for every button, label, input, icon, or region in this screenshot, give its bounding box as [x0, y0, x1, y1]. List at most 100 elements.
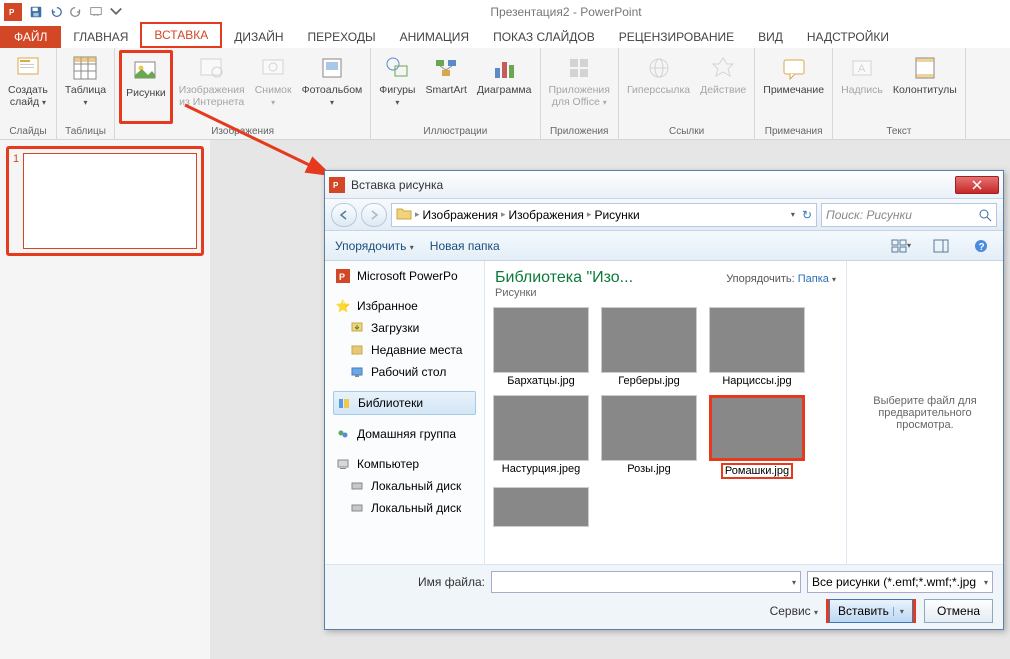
insert-picture-dialog: P Вставка рисунка ▸ Изображения ▸ Изобра… [324, 170, 1004, 630]
photo-album-button[interactable]: Фотоальбом▾ [298, 50, 367, 124]
tab-design[interactable]: ДИЗАЙН [222, 26, 295, 48]
file-item-selected[interactable]: Ромашки.jpg [707, 395, 807, 479]
apps-button[interactable]: Приложения для Office ▾ [545, 50, 614, 124]
tab-file[interactable]: ФАЙЛ [0, 26, 61, 48]
hyperlink-label: Гиперссылка [627, 85, 690, 97]
nav-back-button[interactable] [331, 203, 357, 227]
chart-button[interactable]: Диаграмма [473, 50, 536, 124]
textbox-button[interactable]: A Надпись [837, 50, 887, 124]
filename-input[interactable]: ▾ [491, 571, 801, 593]
pictures-button[interactable]: Рисунки [119, 50, 173, 124]
path-seg-3[interactable]: Рисунки [594, 208, 639, 222]
action-button[interactable]: Действие [696, 50, 750, 124]
close-button[interactable] [955, 176, 999, 194]
slide-thumbnail-1[interactable]: 1 [6, 146, 204, 256]
nav-forward-button[interactable] [361, 203, 387, 227]
dialog-titlebar[interactable]: P Вставка рисунка [325, 171, 1003, 199]
path-seg-1[interactable]: Изображения [423, 208, 498, 222]
organize-dropdown[interactable]: Упорядочить ▾ [335, 239, 414, 253]
help-button[interactable]: ? [969, 235, 993, 257]
tab-addins[interactable]: НАДСТРОЙКИ [795, 26, 901, 48]
search-placeholder: Поиск: Рисунки [826, 208, 978, 222]
tab-transitions[interactable]: ПЕРЕХОДЫ [296, 26, 388, 48]
preview-pane-button[interactable] [929, 235, 953, 257]
file-item[interactable]: Нарциссы.jpg [707, 307, 807, 387]
file-thumbnail [493, 307, 589, 373]
group-tables: Таблицы [61, 124, 110, 139]
header-footer-button[interactable]: Колонтитулы [889, 50, 961, 124]
file-item[interactable] [491, 487, 591, 529]
group-links: Ссылки [623, 124, 750, 139]
start-slideshow-icon[interactable] [86, 2, 106, 22]
photo-album-label: Фотоальбом▾ [302, 85, 363, 108]
tab-view[interactable]: ВИД [746, 26, 795, 48]
sidebar-downloads[interactable]: Загрузки [333, 317, 476, 339]
smartart-icon [430, 52, 462, 84]
sidebar-computer[interactable]: Компьютер [333, 453, 476, 475]
tab-home[interactable]: ГЛАВНАЯ [61, 26, 140, 48]
tab-animation[interactable]: АНИМАЦИЯ [388, 26, 481, 48]
tab-review[interactable]: РЕЦЕНЗИРОВАНИЕ [607, 26, 746, 48]
file-name: Ромашки.jpg [721, 463, 793, 479]
file-name: Герберы.jpg [599, 375, 699, 387]
sidebar-recent[interactable]: Недавние места [333, 339, 476, 361]
ribbon: Создать слайд ▾ Слайды Таблица▾ Таблицы … [0, 48, 1010, 140]
sidebar-disk-c[interactable]: Локальный диск [333, 475, 476, 497]
online-pictures-button[interactable]: Изображения из Интернета [175, 50, 249, 124]
svg-text:P: P [339, 272, 345, 282]
shapes-button[interactable]: Фигуры▾ [375, 50, 419, 124]
tools-dropdown[interactable]: Сервис ▾ [770, 604, 818, 618]
screenshot-button[interactable]: Снимок▾ [251, 50, 296, 124]
smartart-button[interactable]: SmartArt [421, 50, 470, 124]
file-item[interactable]: Розы.jpg [599, 395, 699, 479]
pictures-icon [130, 55, 162, 87]
slide-preview [23, 153, 197, 249]
new-slide-button[interactable]: Создать слайд ▾ [4, 50, 52, 124]
recent-icon [349, 342, 365, 358]
sidebar-favorites[interactable]: ⭐Избранное [333, 295, 476, 317]
refresh-icon[interactable]: ↻ [802, 208, 812, 222]
group-text: Текст [837, 124, 961, 139]
path-dropdown-icon[interactable]: ▾ [791, 210, 795, 219]
qat-customize-icon[interactable] [106, 2, 126, 22]
slide-thumbnails: 1 [0, 140, 210, 659]
apps-icon [563, 52, 595, 84]
new-folder-button[interactable]: Новая папка [430, 239, 500, 253]
sidebar-desktop[interactable]: Рабочий стол [333, 361, 476, 383]
file-item[interactable]: Герберы.jpg [599, 307, 699, 387]
sidebar-libraries[interactable]: Библиотеки [333, 391, 476, 415]
hyperlink-button[interactable]: Гиперссылка [623, 50, 694, 124]
file-item[interactable]: Бархатцы.jpg [491, 307, 591, 387]
search-icon [978, 208, 992, 222]
svg-text:P: P [9, 8, 15, 17]
star-icon: ⭐ [335, 298, 351, 314]
dialog-title: Вставка рисунка [351, 178, 955, 192]
file-list[interactable]: Бархатцы.jpg Герберы.jpg Нарциссы.jpg На… [485, 303, 846, 564]
filetype-dropdown[interactable]: Все рисунки (*.emf;*.wmf;*.jpg▾ [807, 571, 993, 593]
group-illustrations: Иллюстрации [375, 124, 535, 139]
textbox-label: Надпись [841, 85, 883, 97]
chart-icon [488, 52, 520, 84]
insert-button[interactable]: Вставить▾ [826, 599, 916, 623]
table-label: Таблица▾ [65, 85, 106, 108]
search-input[interactable]: Поиск: Рисунки [821, 203, 997, 227]
sidebar-disk-d[interactable]: Локальный диск [333, 497, 476, 519]
sort-dropdown[interactable]: Папка ▾ [798, 273, 836, 285]
smartart-label: SmartArt [425, 85, 466, 97]
undo-icon[interactable] [46, 2, 66, 22]
tab-slideshow[interactable]: ПОКАЗ СЛАЙДОВ [481, 26, 607, 48]
save-icon[interactable] [26, 2, 46, 22]
tab-insert[interactable]: ВСТАВКА [140, 22, 222, 48]
breadcrumb[interactable]: ▸ Изображения ▸ Изображения ▸ Рисунки ▾ … [391, 203, 817, 227]
cancel-button[interactable]: Отмена [924, 599, 993, 623]
table-button[interactable]: Таблица▾ [61, 50, 110, 124]
path-seg-2[interactable]: Изображения [508, 208, 583, 222]
sidebar-mspowerpoint[interactable]: PMicrosoft PowerPo [333, 265, 476, 287]
redo-icon[interactable] [66, 2, 86, 22]
dialog-sidebar: PMicrosoft PowerPo ⭐Избранное Загрузки Н… [325, 261, 485, 564]
sidebar-homegroup[interactable]: Домашняя группа [333, 423, 476, 445]
file-item[interactable]: Настурция.jpeg [491, 395, 591, 479]
view-mode-button[interactable]: ▾ [889, 235, 913, 257]
comment-button[interactable]: Примечание [759, 50, 828, 124]
dialog-body: PMicrosoft PowerPo ⭐Избранное Загрузки Н… [325, 261, 1003, 564]
